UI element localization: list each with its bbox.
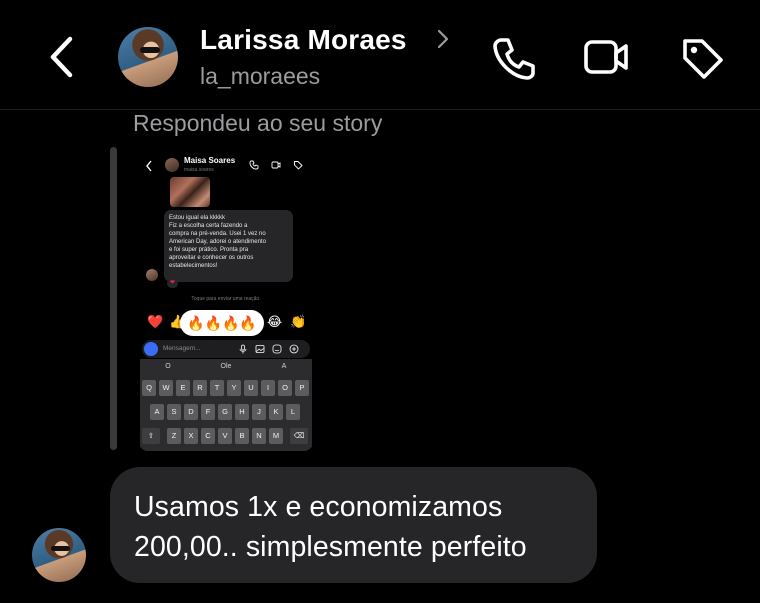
story-message-line: aproveitar e conhecer os outros: [169, 255, 254, 261]
sender-avatar[interactable]: [32, 528, 86, 582]
chevron-right-icon[interactable]: [436, 28, 450, 50]
reaction-clap: 👏: [290, 314, 307, 329]
key: Y: [227, 380, 241, 396]
story-message-line: Estou igual ela kkkkk: [169, 215, 226, 221]
keyboard-row: Q W E R T Y U I O P: [140, 380, 312, 396]
keyboard-row: ⇧ Z X C V B N M ⌫: [140, 428, 312, 444]
microphone-icon: [239, 344, 247, 354]
key: M: [269, 428, 283, 444]
reaction-laugh: 😂: [267, 314, 283, 329]
camera-icon: [144, 342, 158, 356]
phone-icon[interactable]: [488, 32, 540, 84]
reaction-heart: ❤️: [147, 314, 164, 329]
story-message-line: estabelecimentos!: [169, 263, 218, 269]
story-contact-username: maisa.soares: [184, 167, 214, 173]
key: W: [159, 380, 173, 396]
story-message-bubble: Estou igual ela kkkkk Fiz a escolha cert…: [164, 210, 293, 282]
video-call-icon: [271, 161, 281, 169]
key: B: [235, 428, 249, 444]
keyboard-suggestion: Ole: [220, 363, 232, 370]
phone-icon: [249, 160, 259, 170]
key: L: [286, 404, 300, 420]
back-chevron-icon: [146, 160, 152, 172]
key: V: [218, 428, 232, 444]
avatar: [165, 158, 179, 172]
key: D: [184, 404, 198, 420]
back-chevron-icon[interactable]: [44, 34, 80, 80]
story-screenshot[interactable]: Maisa Soares maisa.soares Estou igual el…: [137, 148, 315, 452]
story-input-placeholder: Mensagem...: [163, 345, 201, 352]
story-message-input: Mensagem...: [142, 340, 310, 358]
key: C: [201, 428, 215, 444]
key: R: [193, 380, 207, 396]
key: O: [278, 380, 292, 396]
key: J: [252, 404, 266, 420]
key: Z: [167, 428, 181, 444]
story-reply-label: Respondeu ao seu story: [133, 110, 383, 136]
avatar: [146, 269, 158, 281]
message-text-line: 200,00.. simplesmente perfeito: [134, 531, 527, 563]
message-bubble[interactable]: Usamos 1x e economizamos 200,00.. simple…: [110, 467, 597, 583]
image-icon: [255, 345, 265, 353]
story-reply-bar: [110, 147, 117, 450]
key: E: [176, 380, 190, 396]
keyboard-row: A S D F G H J K L: [140, 404, 312, 420]
video-call-icon[interactable]: [580, 32, 632, 84]
key: I: [261, 380, 275, 396]
key: U: [244, 380, 258, 396]
key: S: [167, 404, 181, 420]
tag-icon: [294, 161, 303, 170]
sticker-icon: [272, 344, 282, 354]
tag-icon[interactable]: [676, 32, 728, 84]
key: F: [201, 404, 215, 420]
selected-reaction-pill: 🔥🔥🔥🔥: [180, 310, 264, 336]
key: X: [184, 428, 198, 444]
key: K: [269, 404, 283, 420]
plus-icon: [289, 344, 299, 354]
shift-key: ⇧: [142, 428, 160, 444]
key: H: [235, 404, 249, 420]
key: P: [295, 380, 309, 396]
key: G: [218, 404, 232, 420]
reaction-hint: Toque para enviar uma reação.: [191, 296, 261, 302]
key: Q: [142, 380, 156, 396]
keyboard-suggestion: O: [165, 363, 171, 370]
backspace-key: ⌫: [290, 428, 308, 444]
story-message-line: Fiz a escolha certa fazendo a: [169, 223, 248, 229]
key: A: [150, 404, 164, 420]
contact-username[interactable]: la_moraees: [200, 63, 320, 90]
keyboard: O Ole A Q W E R T Y U I O P A S D F G H …: [140, 359, 312, 451]
message-text-line: Usamos 1x e economizamos: [134, 491, 503, 523]
contact-avatar[interactable]: [118, 27, 178, 87]
key: T: [210, 380, 224, 396]
chat-header: Larissa Moraes la_moraees: [0, 0, 760, 110]
story-contact-name: Maisa Soares: [184, 156, 236, 165]
contact-name[interactable]: Larissa Moraes: [200, 24, 407, 56]
story-message-line: e foi super prático. Pronta pra: [169, 247, 249, 253]
story-photo-thumbnail: [170, 177, 210, 207]
story-message-line: American Day, adorei o atendimento: [169, 239, 266, 245]
story-message-line: compra na pré-venda. Usei 1 vez no: [169, 231, 266, 237]
keyboard-suggestion: A: [281, 363, 287, 370]
heart-reaction: ❤: [167, 279, 178, 288]
key: N: [252, 428, 266, 444]
